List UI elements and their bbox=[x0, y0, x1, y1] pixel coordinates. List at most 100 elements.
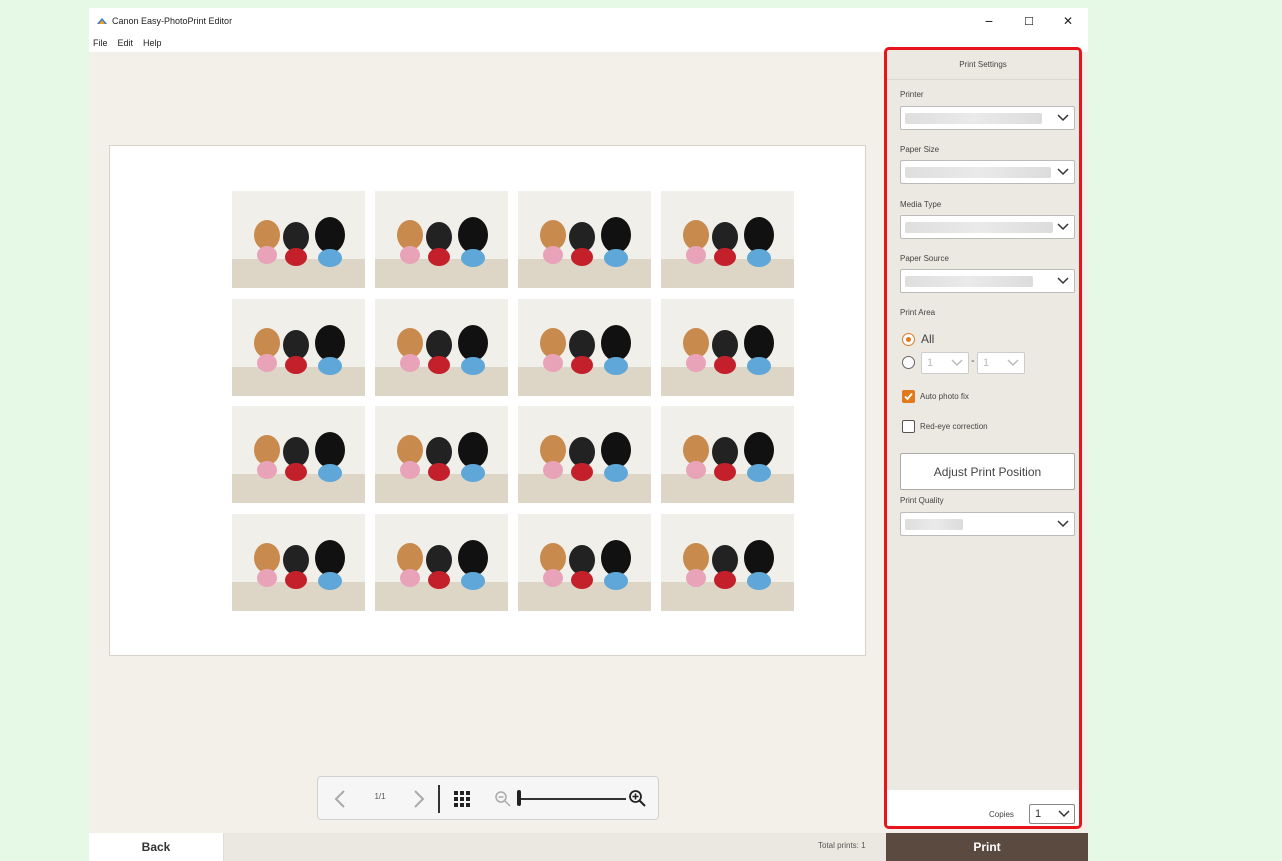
photo-image bbox=[661, 191, 794, 288]
photo-thumbnail[interactable] bbox=[375, 191, 508, 288]
paper-size-value-blurred bbox=[905, 167, 1051, 178]
window-title: Canon Easy-PhotoPrint Editor bbox=[112, 16, 233, 26]
toolbar-divider bbox=[438, 785, 440, 813]
title-bar: Canon Easy-PhotoPrint Editor − ☐ ✕ bbox=[89, 8, 1088, 34]
print-quality-label: Print Quality bbox=[900, 496, 944, 505]
paper-source-label: Paper Source bbox=[900, 254, 949, 263]
photo-image bbox=[518, 299, 651, 396]
total-prints: Total prints: 1 bbox=[818, 841, 866, 850]
media-type-label: Media Type bbox=[900, 200, 942, 209]
photo-thumbnail[interactable] bbox=[518, 299, 651, 396]
photo-thumbnail[interactable] bbox=[375, 299, 508, 396]
chevron-down-icon bbox=[1057, 520, 1069, 528]
printer-select[interactable] bbox=[900, 106, 1075, 130]
photo-image bbox=[232, 406, 365, 503]
chevron-down-icon bbox=[1057, 114, 1069, 122]
chevron-down-icon bbox=[1057, 277, 1069, 285]
paper-source-select[interactable] bbox=[900, 269, 1075, 293]
print-area-range-radio[interactable] bbox=[902, 356, 915, 369]
media-type-select[interactable] bbox=[900, 215, 1075, 239]
copies-label: Copies bbox=[989, 810, 1014, 819]
print-settings-panel: Print Settings Printer Paper Size Media … bbox=[884, 47, 1082, 829]
range-from-select[interactable]: 1 bbox=[921, 352, 969, 374]
print-preview-page bbox=[109, 145, 866, 656]
menu-edit[interactable]: Edit bbox=[118, 38, 134, 48]
photo-thumbnail[interactable] bbox=[232, 406, 365, 503]
print-area-label: Print Area bbox=[900, 308, 936, 317]
printer-label: Printer bbox=[900, 90, 924, 99]
photo-image bbox=[232, 191, 365, 288]
photo-thumbnail[interactable] bbox=[232, 514, 365, 611]
printer-value-blurred bbox=[905, 113, 1042, 124]
photo-image bbox=[661, 514, 794, 611]
photo-image bbox=[375, 406, 508, 503]
photo-thumbnail[interactable] bbox=[375, 406, 508, 503]
range-to-select[interactable]: 1 bbox=[977, 352, 1025, 374]
photo-image bbox=[375, 191, 508, 288]
photo-thumbnail[interactable] bbox=[518, 514, 651, 611]
chevron-down-icon bbox=[1057, 168, 1069, 176]
photo-image bbox=[661, 406, 794, 503]
photo-image bbox=[232, 299, 365, 396]
menu-help[interactable]: Help bbox=[143, 38, 162, 48]
photo-image bbox=[518, 406, 651, 503]
zoom-slider-thumb[interactable] bbox=[517, 790, 521, 806]
copies-value: 1 bbox=[1035, 808, 1042, 820]
photo-thumbnail[interactable] bbox=[661, 406, 794, 503]
photo-image bbox=[518, 514, 651, 611]
copies-area: Copies 1 bbox=[887, 790, 1079, 826]
paper-size-select[interactable] bbox=[900, 160, 1075, 184]
chevron-down-icon bbox=[1007, 359, 1019, 367]
back-button[interactable]: Back bbox=[89, 833, 224, 861]
red-eye-label: Red-eye correction bbox=[920, 422, 988, 431]
range-from-value: 1 bbox=[927, 357, 934, 369]
photo-thumbnail[interactable] bbox=[232, 191, 365, 288]
photo-thumbnail[interactable] bbox=[518, 406, 651, 503]
photo-image bbox=[518, 191, 651, 288]
close-button[interactable]: ✕ bbox=[1048, 8, 1088, 34]
photo-image bbox=[661, 299, 794, 396]
photo-thumbnail[interactable] bbox=[518, 191, 651, 288]
chevron-right-icon[interactable] bbox=[412, 789, 426, 809]
chevron-left-icon[interactable] bbox=[333, 789, 347, 809]
zoom-slider-track[interactable] bbox=[521, 798, 626, 800]
maximize-button[interactable]: ☐ bbox=[1009, 8, 1049, 34]
grid-icon[interactable] bbox=[453, 790, 471, 808]
paper-source-value-blurred bbox=[905, 276, 1033, 287]
print-quality-value-blurred bbox=[905, 519, 963, 530]
photo-thumbnail[interactable] bbox=[661, 514, 794, 611]
zoom-in-icon[interactable] bbox=[628, 789, 647, 808]
auto-photo-fix-label: Auto photo fix bbox=[920, 392, 969, 401]
photo-thumbnail[interactable] bbox=[661, 299, 794, 396]
paper-size-label: Paper Size bbox=[900, 145, 940, 154]
menu-file[interactable]: File bbox=[93, 38, 108, 48]
range-to-value: 1 bbox=[983, 357, 990, 369]
adjust-print-position-button[interactable]: Adjust Print Position bbox=[900, 453, 1075, 490]
page-indicator: 1/1 bbox=[374, 792, 386, 801]
zoom-out-icon[interactable] bbox=[494, 790, 512, 808]
copies-select[interactable]: 1 bbox=[1029, 804, 1075, 824]
app-logo-icon bbox=[97, 18, 107, 24]
print-quality-select[interactable] bbox=[900, 512, 1075, 536]
media-type-value-blurred bbox=[905, 222, 1053, 233]
photo-thumbnail[interactable] bbox=[232, 299, 365, 396]
red-eye-checkbox[interactable] bbox=[902, 420, 915, 433]
check-icon bbox=[904, 392, 913, 401]
range-dash: - bbox=[971, 355, 975, 367]
panel-title: Print Settings bbox=[887, 50, 1079, 80]
print-area-all-label: All bbox=[921, 332, 935, 346]
print-area-all-radio[interactable] bbox=[902, 333, 915, 346]
minimize-button[interactable]: − bbox=[969, 8, 1009, 34]
auto-photo-fix-checkbox[interactable] bbox=[902, 390, 915, 403]
chevron-down-icon bbox=[1057, 223, 1069, 231]
print-button[interactable]: Print bbox=[886, 833, 1088, 861]
photo-image bbox=[375, 299, 508, 396]
bottom-bar: Back Total prints: 1 Print bbox=[89, 833, 1088, 861]
photo-thumbnail[interactable] bbox=[661, 191, 794, 288]
photo-thumbnail[interactable] bbox=[375, 514, 508, 611]
photo-image bbox=[375, 514, 508, 611]
chevron-down-icon bbox=[1058, 810, 1070, 818]
chevron-down-icon bbox=[951, 359, 963, 367]
photo-image bbox=[232, 514, 365, 611]
app-window: Canon Easy-PhotoPrint Editor − ☐ ✕ File … bbox=[89, 8, 1088, 861]
